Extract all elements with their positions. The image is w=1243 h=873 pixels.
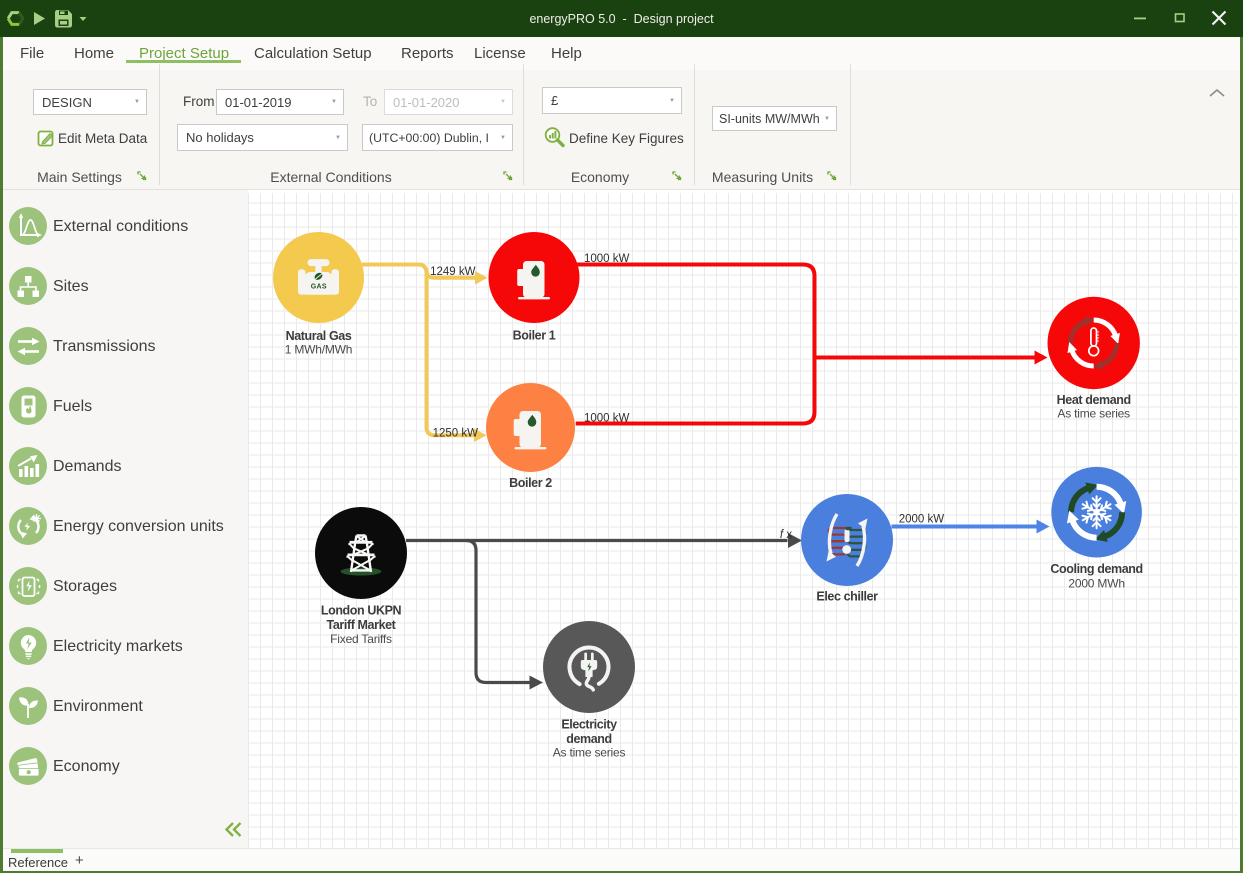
svg-text:Boiler 2: Boiler 2 (509, 476, 552, 490)
svg-text:Fixed Tariffs: Fixed Tariffs (330, 632, 392, 646)
svg-text:As time series: As time series (553, 746, 626, 760)
svg-text:Cooling demand: Cooling demand (1050, 562, 1142, 576)
svg-text:As time series: As time series (1057, 407, 1130, 421)
svg-text:1000 kW: 1000 kW (584, 413, 630, 425)
svg-text:f x: f x (780, 529, 792, 541)
svg-text:Heat demand: Heat demand (1057, 393, 1131, 407)
svg-text:London UKPN: London UKPN (321, 604, 402, 618)
svg-text:Elec chiller: Elec chiller (816, 590, 878, 604)
svg-text:2000 MWh: 2000 MWh (1068, 577, 1124, 591)
svg-text:Natural Gas: Natural Gas (286, 329, 352, 343)
svg-text:GAS: GAS (311, 284, 327, 291)
svg-text:1 MWh/MWh: 1 MWh/MWh (285, 343, 353, 357)
svg-text:1250 kW: 1250 kW (433, 428, 479, 440)
svg-text:1000 kW: 1000 kW (584, 253, 630, 265)
svg-text:Boiler 1: Boiler 1 (513, 329, 556, 343)
svg-text:demand: demand (566, 732, 612, 746)
svg-text:Electricity: Electricity (561, 718, 617, 732)
svg-text:2000 kW: 2000 kW (899, 514, 945, 526)
svg-text:1249 kW: 1249 kW (430, 266, 476, 278)
svg-text:Tariff Market: Tariff Market (327, 618, 397, 632)
